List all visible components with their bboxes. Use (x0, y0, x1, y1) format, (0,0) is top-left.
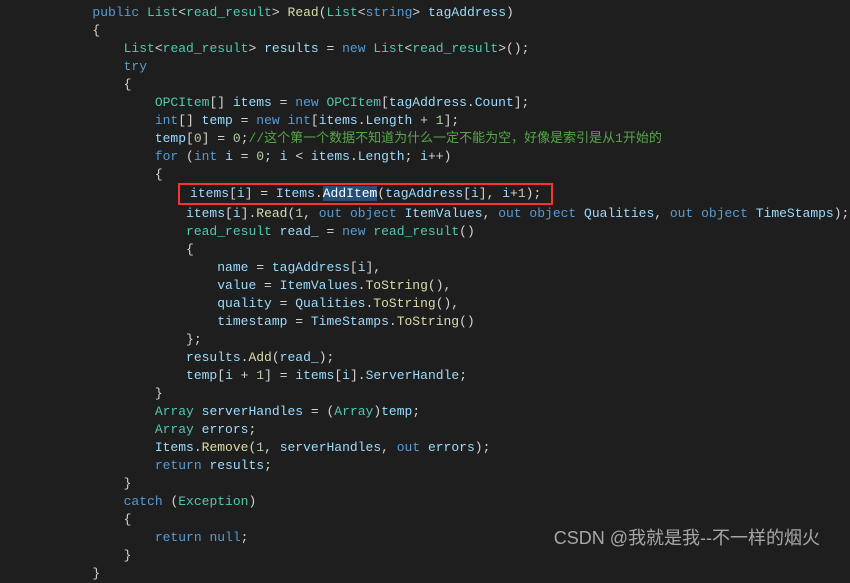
code-line: results.Add(read_); (30, 349, 850, 367)
code-line: int[] temp = new int[items.Length + 1]; (30, 112, 850, 130)
code-line-highlighted: items[i] = Items.AddItem(tagAddress[i], … (30, 184, 850, 205)
code-line: } (30, 565, 850, 583)
code-line: Items.Remove(1, serverHandles, out error… (30, 439, 850, 457)
code-line: catch (Exception) (30, 493, 850, 511)
code-line: quality = Qualities.ToString(), (30, 295, 850, 313)
code-line: items[i].Read(1, out object ItemValues, … (30, 205, 850, 223)
code-line: return null; (30, 529, 850, 547)
code-line: Array errors; (30, 421, 850, 439)
code-line: { (30, 166, 850, 184)
code-line: try (30, 58, 850, 76)
code-line: value = ItemValues.ToString(), (30, 277, 850, 295)
code-line: { (30, 22, 850, 40)
code-line: }; (30, 331, 850, 349)
code-line: { (30, 76, 850, 94)
selected-text: AddItem (323, 186, 378, 201)
code-editor[interactable]: public List<read_result> Read(List<strin… (30, 4, 850, 583)
code-line: temp[i + 1] = items[i].ServerHandle; (30, 367, 850, 385)
code-line: for (int i = 0; i < items.Length; i++) (30, 148, 850, 166)
code-line: List<read_result> results = new List<rea… (30, 40, 850, 58)
code-line: return results; (30, 457, 850, 475)
code-line: } (30, 475, 850, 493)
code-line: { (30, 241, 850, 259)
code-line: timestamp = TimeStamps.ToString() (30, 313, 850, 331)
code-line: } (30, 547, 850, 565)
code-line: temp[0] = 0;//这个第一个数据不知道为什么一定不能为空，好像是索引是… (30, 130, 850, 148)
highlight-box: items[i] = Items.AddItem(tagAddress[i], … (178, 183, 553, 205)
code-line: OPCItem[] items = new OPCItem[tagAddress… (30, 94, 850, 112)
code-line: { (30, 511, 850, 529)
code-line: } (30, 385, 850, 403)
code-line: name = tagAddress[i], (30, 259, 850, 277)
code-line: public List<read_result> Read(List<strin… (30, 4, 850, 22)
code-line: read_result read_ = new read_result() (30, 223, 850, 241)
code-line: Array serverHandles = (Array)temp; (30, 403, 850, 421)
